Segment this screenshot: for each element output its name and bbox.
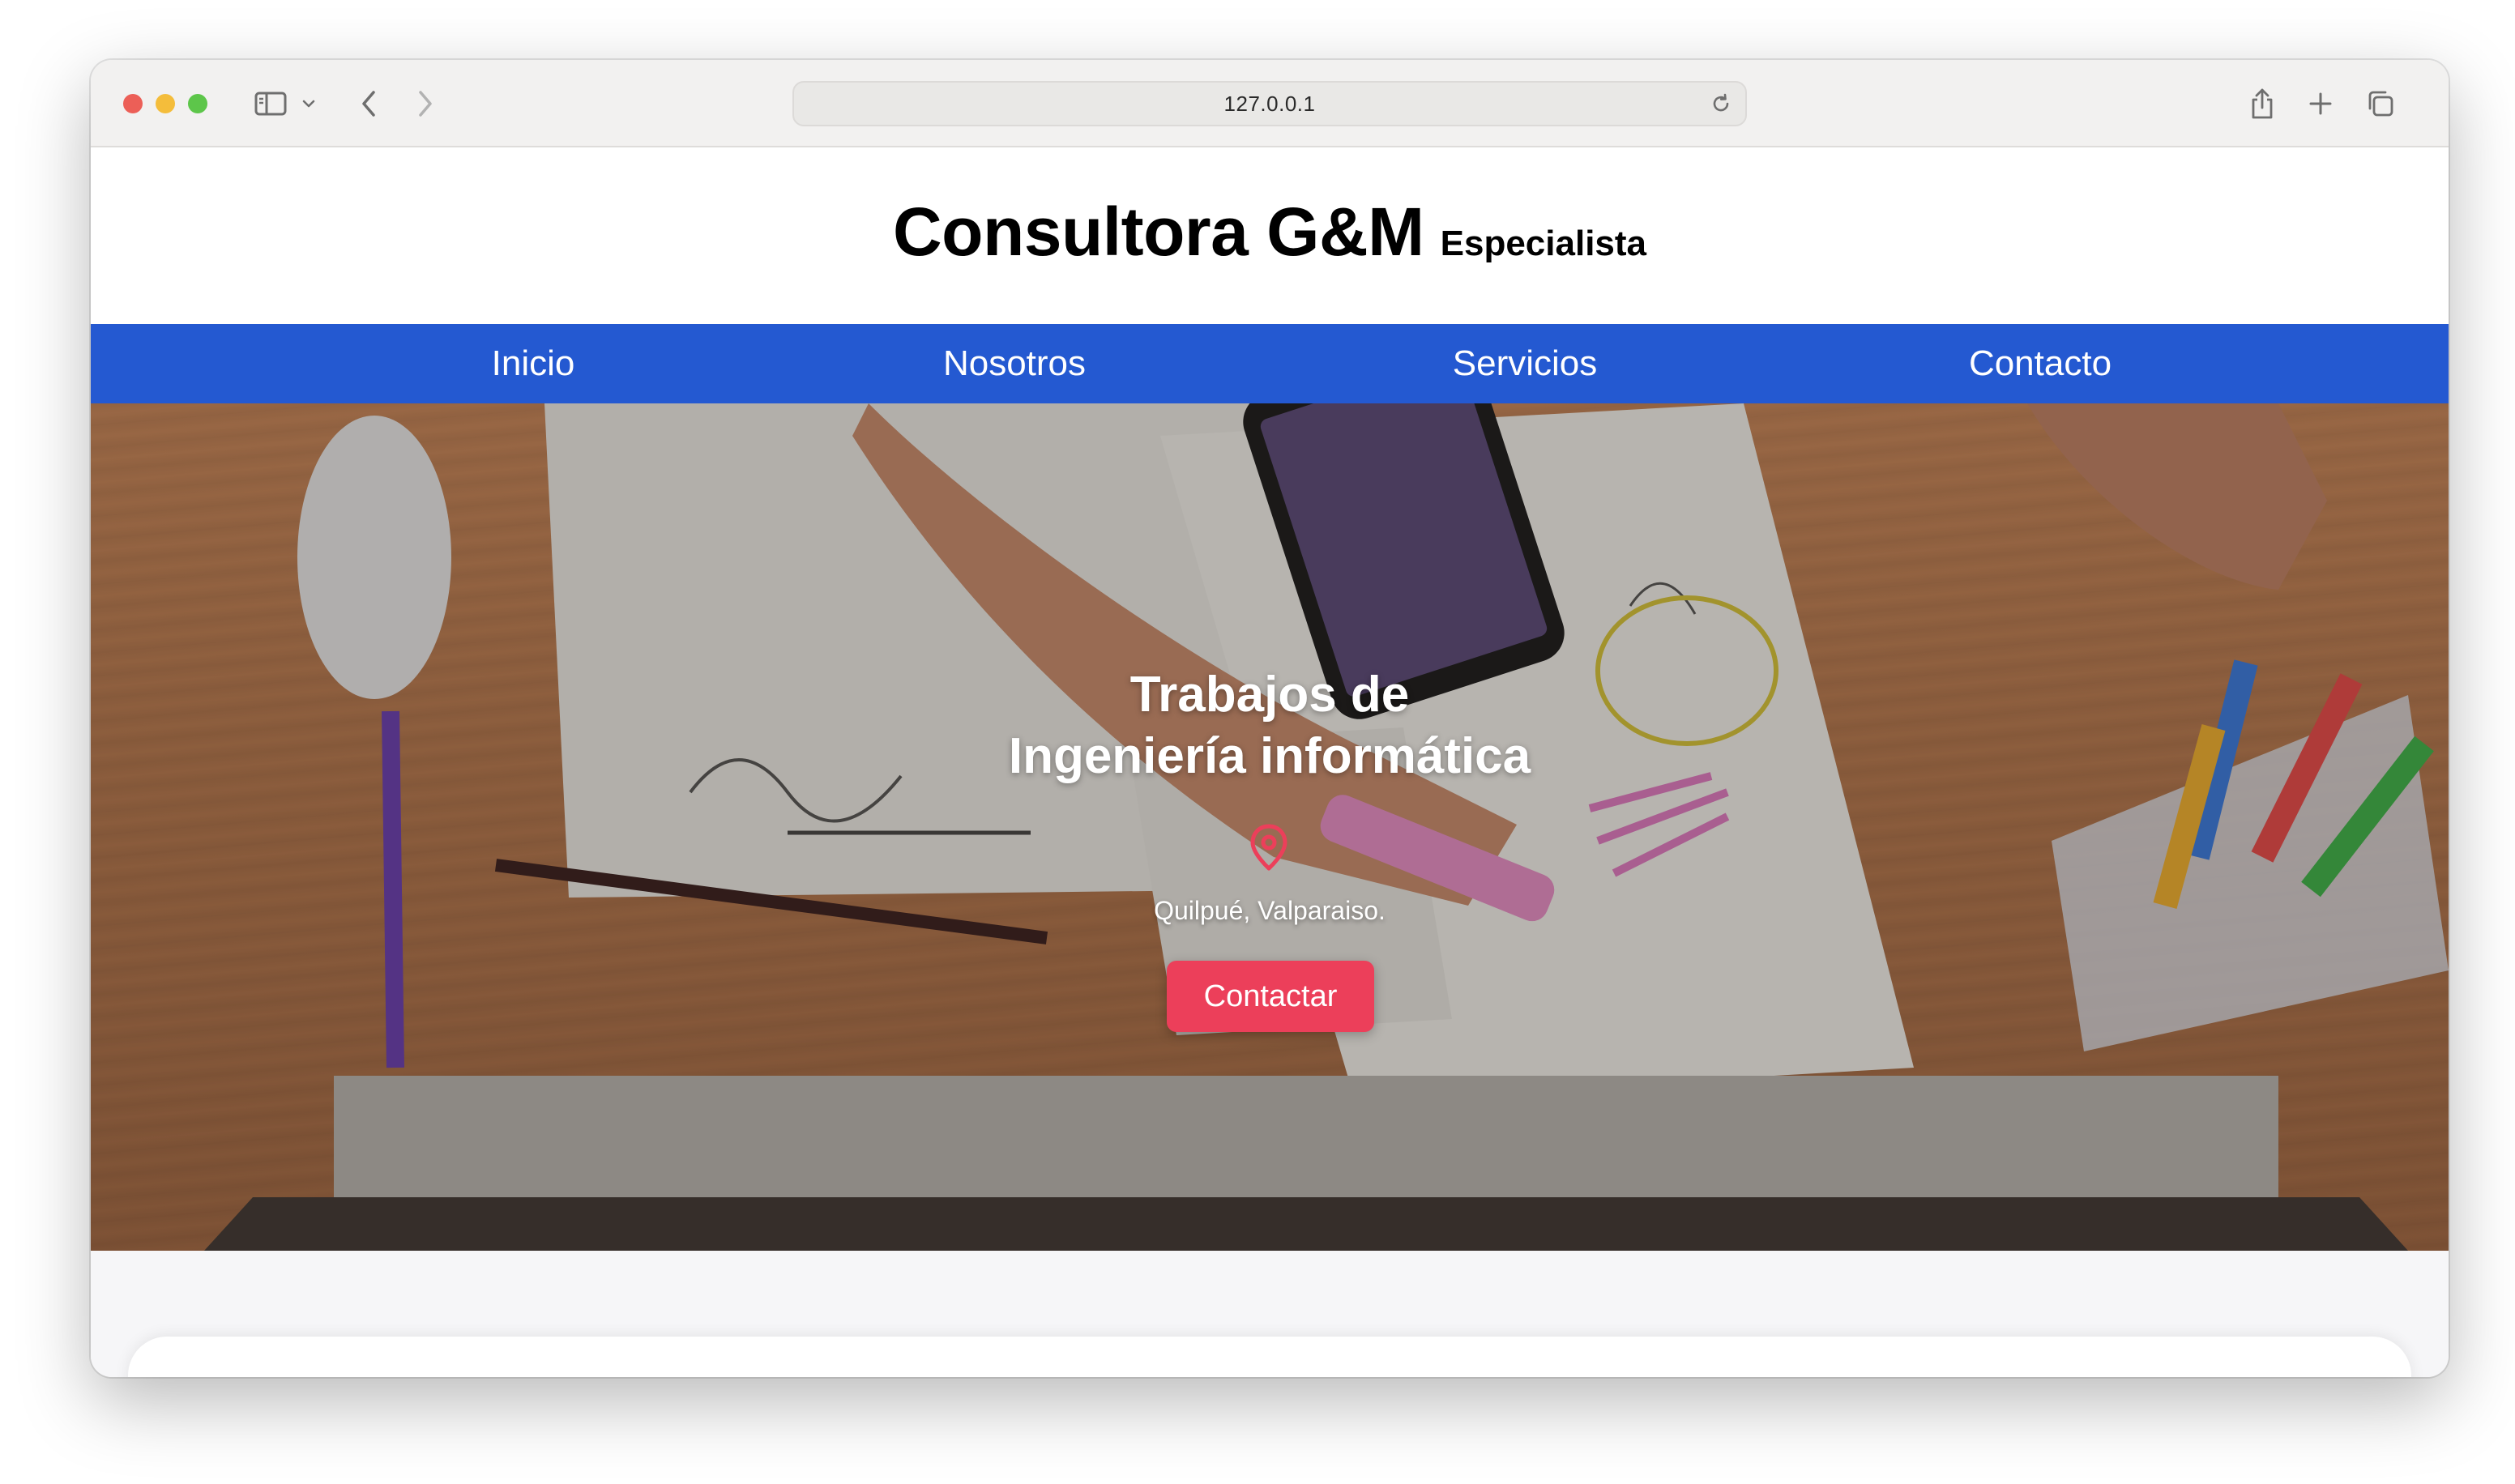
- tabs-icon: [2368, 91, 2393, 117]
- reload-button[interactable]: [1705, 87, 1737, 120]
- url-text: 127.0.0.1: [1223, 91, 1316, 116]
- hero-title-line-1: Trabajos de: [1129, 667, 1410, 723]
- content-card: [128, 1337, 2411, 1377]
- minimize-window-button[interactable]: [156, 94, 175, 113]
- chevron-right-icon: [419, 91, 432, 117]
- main-nav: Inicio Nosotros Servicios Contacto: [91, 324, 2449, 403]
- hero-section: Trabajos de Ingeniería informática Quilp…: [91, 403, 2449, 1251]
- address-bar[interactable]: 127.0.0.1: [792, 81, 1747, 126]
- forward-button[interactable]: [405, 83, 446, 125]
- nav-item-contacto[interactable]: Contacto: [1870, 324, 2210, 403]
- site-header: Consultora G&M Especialista: [91, 147, 2449, 324]
- back-button[interactable]: [348, 83, 389, 125]
- sidebar-menu-button[interactable]: [297, 83, 321, 125]
- new-tab-button[interactable]: [2298, 83, 2343, 125]
- contact-button[interactable]: Contactar: [1167, 961, 1374, 1032]
- brand-name: Consultora G&M: [892, 193, 1424, 270]
- tab-overview-button[interactable]: [2358, 83, 2403, 125]
- chevron-left-icon: [362, 91, 375, 117]
- nav-item-nosotros[interactable]: Nosotros: [844, 324, 1185, 403]
- reload-icon: [1713, 93, 1729, 112]
- close-window-button[interactable]: [123, 94, 143, 113]
- hero-title: Trabajos de Ingeniería informática: [91, 664, 2449, 787]
- zoom-window-button[interactable]: [188, 94, 207, 113]
- web-page: Consultora G&M Especialista Inicio Nosot…: [91, 147, 2449, 1377]
- browser-window: 127.0.0.1 Consultora G&M Especialista In…: [91, 60, 2449, 1377]
- brand-tagline: Especialista: [1440, 223, 1647, 263]
- nav-item-inicio[interactable]: Inicio: [395, 324, 671, 403]
- share-icon: [2252, 88, 2273, 119]
- hero-content: Trabajos de Ingeniería informática Quilp…: [91, 403, 2449, 1251]
- share-button[interactable]: [2240, 83, 2285, 125]
- browser-toolbar: 127.0.0.1: [91, 60, 2449, 147]
- sidebar-icon: [254, 92, 287, 116]
- plus-icon: [2309, 92, 2332, 115]
- chevron-down-icon: [302, 100, 315, 108]
- hero-title-line-2: Ingeniería informática: [1008, 728, 1531, 784]
- hero-location: Quilpué, Valparaiso.: [1154, 896, 1386, 925]
- location-pin-icon: [1250, 824, 1287, 871]
- sidebar-toggle-button[interactable]: [250, 83, 292, 125]
- nav-item-servicios[interactable]: Servicios: [1355, 324, 1695, 403]
- brand: Consultora G&M Especialista: [893, 193, 1646, 271]
